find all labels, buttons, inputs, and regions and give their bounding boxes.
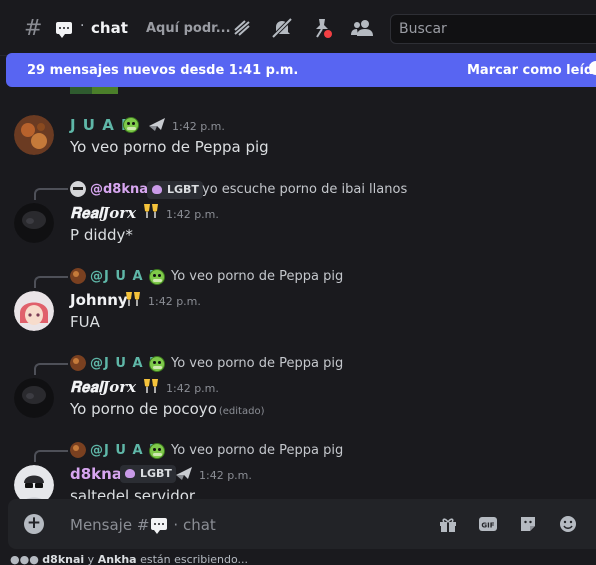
pinned-icon[interactable]: [310, 16, 334, 40]
avatar-realjorx[interactable]: [14, 203, 54, 243]
reply-text[interactable]: Yo veo porno de Peppa pig: [171, 443, 343, 458]
reply-avatar-d8knai[interactable]: [70, 181, 86, 197]
timestamp: 1:42 p.m.: [199, 469, 252, 482]
message-content: Yo porno de pocoyo (editado): [70, 400, 264, 418]
svg-text:GIF: GIF: [481, 522, 494, 530]
channel-separator: ·: [80, 18, 85, 34]
message-content: FUA: [70, 313, 100, 331]
username-d8knai[interactable]: d8knai: [70, 465, 127, 483]
typing-suffix: están escribiendo...: [140, 553, 249, 565]
reply-spine: [34, 363, 68, 375]
nauseated-face-emoji-icon: [149, 443, 165, 459]
typing-user-1: d8knai: [42, 553, 85, 565]
message-input-placeholder[interactable]: Mensaje # · chat: [70, 516, 216, 534]
clinking-glasses-emoji-icon: [144, 379, 158, 393]
nauseated-face-emoji-icon: [149, 269, 165, 285]
chat-bubble-icon: [56, 22, 72, 38]
avatar-realjorx[interactable]: [14, 378, 54, 418]
new-messages-bar[interactable]: 29 mensajes nuevos desde 1:41 p.m. Marca…: [6, 53, 596, 87]
message-text: Yo porno de pocoyo: [70, 400, 217, 418]
sticker-icon[interactable]: [518, 514, 538, 534]
username-johnny[interactable]: Johnny: [70, 291, 128, 309]
members-icon[interactable]: [350, 16, 374, 40]
username-realjorx[interactable]: 𝐑𝐞𝐚𝐥𝑱𝒐𝒓𝒙: [70, 378, 136, 396]
avatar-johnny[interactable]: [14, 291, 54, 331]
previous-image-fragment-2: [92, 87, 118, 94]
typing-conjunction: y: [87, 553, 95, 565]
message-content: P diddy*: [70, 226, 133, 244]
reply-avatar-juan[interactable]: [70, 355, 86, 371]
search-placeholder: Buscar: [399, 21, 447, 37]
channel-topic[interactable]: Aquí podr...: [146, 21, 231, 36]
channel-hash-icon: #: [24, 16, 43, 41]
typing-user-2: Ankha: [97, 553, 137, 565]
timestamp: 1:42 p.m.: [166, 382, 219, 395]
gift-icon[interactable]: [438, 514, 458, 534]
nauseated-face-emoji-icon: [123, 117, 139, 133]
gif-icon[interactable]: GIF: [478, 514, 498, 534]
timestamp: 1:42 p.m.: [148, 295, 201, 308]
airplane-badge-icon: [176, 467, 192, 480]
timestamp: 1:42 p.m.: [166, 208, 219, 221]
avatar-juan[interactable]: [14, 115, 54, 155]
placeholder-channel: chat: [182, 516, 216, 534]
channel-name[interactable]: chat: [91, 19, 128, 37]
reply-avatar-juan[interactable]: [70, 268, 86, 284]
reply-text[interactable]: Yo veo porno de Peppa pig: [171, 269, 343, 284]
reply-avatar-juan[interactable]: [70, 442, 86, 458]
search-input[interactable]: Buscar: [390, 14, 596, 44]
edited-label: (editado): [218, 406, 265, 417]
threads-icon[interactable]: [230, 16, 254, 40]
placeholder-prefix: Mensaje #: [70, 516, 150, 534]
upload-plus-icon[interactable]: +: [24, 514, 44, 534]
message-content: Yo veo porno de Peppa pig: [70, 138, 269, 156]
chat-bubble-icon: [151, 518, 168, 534]
new-messages-text[interactable]: 29 mensajes nuevos desde 1:41 p.m.: [27, 63, 298, 78]
username-realjorx[interactable]: 𝐑𝐞𝐚𝐥𝑱𝒐𝒓𝒙: [70, 204, 136, 222]
mark-read-icon[interactable]: [589, 61, 596, 75]
reply-spine: [34, 276, 68, 288]
mark-as-read-button[interactable]: Marcar como leído: [467, 63, 596, 78]
lgbt-tag: LGBT: [120, 465, 176, 483]
emoji-icon[interactable]: [558, 514, 578, 534]
reply-spine: [34, 188, 68, 200]
clinking-glasses-emoji-icon: [144, 204, 158, 218]
reply-spine: [34, 450, 68, 462]
clinking-glasses-emoji-icon: [126, 292, 140, 306]
mute-icon[interactable]: [270, 16, 294, 40]
lgbt-tag: LGBT: [147, 181, 203, 199]
reply-username[interactable]: @d8knai: [90, 182, 152, 197]
reply-text[interactable]: yo escuche porno de ibai llanos: [202, 182, 407, 197]
nauseated-face-emoji-icon: [149, 356, 165, 372]
typing-dots-icon: ●●●: [10, 553, 39, 565]
timestamp: 1:42 p.m.: [172, 120, 225, 133]
airplane-badge-icon: [149, 118, 165, 131]
typing-indicator: ●●● d8knai y Ankha están escribiendo...: [10, 553, 248, 565]
channel-header: # · chat Aquí podr... Buscar: [0, 0, 596, 56]
placeholder-separator: ·: [173, 516, 179, 534]
reply-text[interactable]: Yo veo porno de Peppa pig: [171, 356, 343, 371]
